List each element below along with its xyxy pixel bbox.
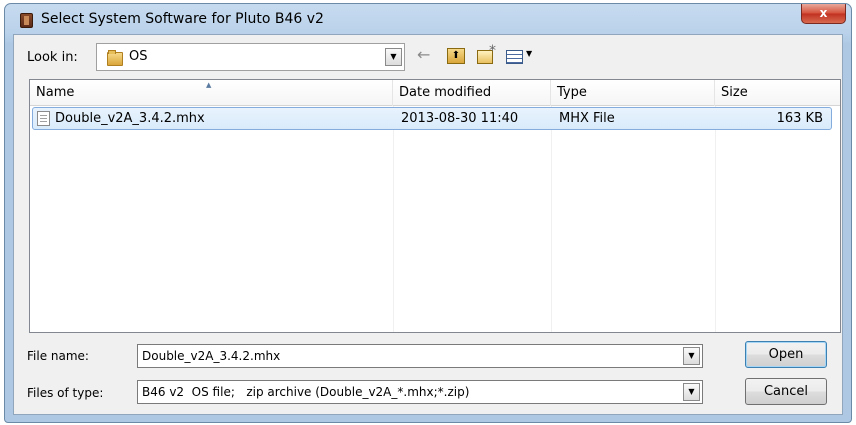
view-menu-icon[interactable] (506, 50, 523, 64)
column-header-date[interactable]: Date modified (393, 80, 551, 106)
open-button[interactable]: Open (745, 341, 827, 368)
column-header-size[interactable]: Size (715, 80, 841, 106)
file-type-label: Files of type: (27, 386, 104, 400)
file-icon (37, 111, 50, 126)
chevron-down-icon[interactable]: ▼ (683, 383, 700, 401)
file-list[interactable]: Name ▲ Date modified Type Size Double_v2… (29, 79, 841, 333)
column-header-type[interactable]: Type (551, 80, 715, 106)
chevron-down-icon[interactable]: ▼ (683, 347, 700, 365)
file-size-cell: 163 KB (776, 111, 823, 126)
file-dialog-window: Select System Software for Pluto B46 v2 … (4, 3, 852, 423)
window-title: Select System Software for Pluto B46 v2 (41, 11, 324, 27)
file-name-cell: Double_v2A_3.4.2.mhx (55, 111, 205, 126)
look-in-value: OS (129, 49, 148, 64)
column-header-name[interactable]: Name ▲ (30, 80, 393, 106)
column-header-name-label: Name (36, 85, 75, 100)
title-bar[interactable]: Select System Software for Pluto B46 v2 … (5, 4, 851, 34)
file-name-field[interactable]: Double_v2A_3.4.2.mhx ▼ (137, 344, 703, 368)
chevron-down-icon[interactable]: ▼ (385, 48, 402, 66)
file-type-value: B46 v2 OS file; zip archive (Double_v2A_… (142, 385, 470, 399)
app-icon (20, 13, 33, 28)
file-type-cell: MHX File (559, 111, 615, 126)
list-header: Name ▲ Date modified Type Size (30, 80, 840, 106)
column-divider (551, 106, 552, 332)
look-in-label: Look in: (27, 50, 78, 65)
list-item[interactable]: Double_v2A_3.4.2.mhx 2013-08-30 11:40 MH… (32, 107, 832, 130)
view-menu-chevron-icon[interactable]: ▼ (526, 49, 532, 58)
look-in-combo[interactable]: OS ▼ (96, 43, 405, 71)
back-arrow-icon[interactable]: ← (417, 46, 430, 64)
folder-icon (107, 50, 123, 66)
close-button[interactable]: x (801, 4, 846, 24)
file-name-value: Double_v2A_3.4.2.mhx (142, 349, 281, 363)
dialog-client-area: Look in: OS ▼ ← ⬆ ▼ Name ▲ Date modified… (13, 34, 843, 415)
new-folder-icon[interactable] (477, 42, 496, 64)
file-type-select[interactable]: B46 v2 OS file; zip archive (Double_v2A_… (137, 380, 703, 404)
column-divider (715, 106, 716, 332)
sort-ascending-icon: ▲ (206, 81, 212, 89)
file-date-cell: 2013-08-30 11:40 (401, 111, 519, 126)
up-folder-icon[interactable]: ⬆ (447, 48, 465, 64)
cancel-button[interactable]: Cancel (745, 378, 827, 405)
column-divider (393, 106, 394, 332)
file-name-label: File name: (27, 349, 89, 363)
